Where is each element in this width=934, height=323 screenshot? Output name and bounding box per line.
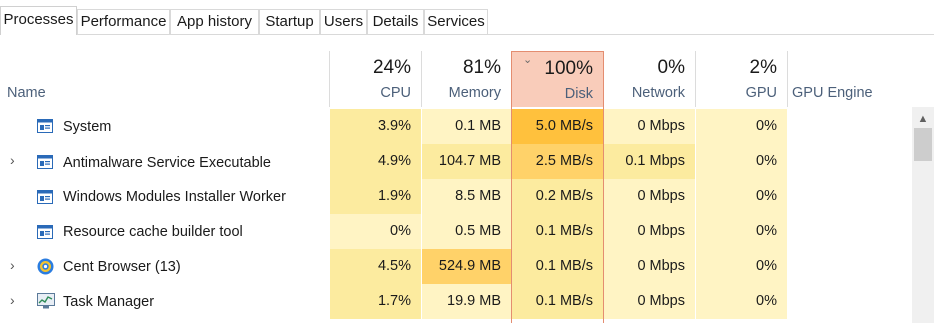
app-window-icon (37, 225, 53, 239)
gpu-engine-column-header[interactable]: GPU Engine (792, 85, 873, 101)
gpu-cell: 0% (696, 214, 787, 249)
disk-cell: 0.1 MB/s (512, 284, 603, 319)
chevron-right-icon[interactable]: › (10, 257, 15, 273)
disk-cell: 0.1 MB/s (512, 214, 603, 249)
disk-cell: 5.0 MB/s (512, 109, 603, 144)
chevron-right-icon[interactable]: › (10, 292, 15, 308)
tab-services[interactable]: Services (424, 9, 488, 34)
network-column-header[interactable]: 0% Network (604, 51, 695, 107)
cpu-cell: 1.7% (330, 284, 421, 319)
disk-total-percent: 100% (544, 58, 593, 79)
memory-cell: 0.1 MB (422, 109, 511, 144)
name-column-header[interactable]: Name (7, 85, 46, 101)
disk-column-label: Disk (564, 86, 593, 102)
app-window-icon (37, 155, 53, 169)
tab-bar: Processes Performance App history Startu… (0, 0, 934, 35)
cpu-cell: 3.9% (330, 109, 421, 144)
network-cell: 0 Mbps (604, 284, 695, 319)
disk-column-border (511, 107, 512, 323)
memory-cell: 19.9 MB (422, 284, 511, 319)
table-row[interactable]: Windows Modules Installer Worker 1.9% 8.… (0, 179, 912, 214)
gpu-cell: 0% (696, 179, 787, 214)
process-name: System (63, 119, 112, 135)
task-manager-icon (37, 293, 55, 309)
tab-divider (0, 34, 934, 35)
table-row[interactable]: System 3.9% 0.1 MB 5.0 MB/s 0 Mbps 0% (0, 109, 912, 144)
network-total-percent: 0% (657, 57, 685, 78)
chevron-right-icon[interactable]: › (10, 152, 15, 168)
cpu-cell: 1.9% (330, 179, 421, 214)
gpu-cell: 0% (696, 109, 787, 144)
network-cell: 0 Mbps (604, 109, 695, 144)
app-window-icon (37, 119, 53, 133)
cpu-total-percent: 24% (372, 57, 411, 78)
cpu-cell: 4.5% (330, 249, 421, 284)
cpu-cell: 4.9% (330, 144, 421, 179)
process-name: Resource cache builder tool (63, 224, 243, 240)
disk-cell: 2.5 MB/s (512, 144, 603, 179)
tab-performance[interactable]: Performance (77, 9, 170, 34)
memory-column-label: Memory (448, 85, 501, 101)
gpu-cell: 0% (696, 144, 787, 179)
cpu-column-label: CPU (380, 85, 411, 101)
process-name: Task Manager (63, 294, 155, 310)
column-divider (787, 51, 788, 107)
tab-users[interactable]: Users (320, 9, 367, 34)
network-cell: 0 Mbps (604, 179, 695, 214)
table-row[interactable]: › Task Manager 1.7% 19.9 MB 0.1 MB/s 0 M… (0, 284, 912, 319)
network-cell: 0 Mbps (604, 214, 695, 249)
cent-browser-icon (37, 258, 54, 275)
chevron-down-icon: ⌄ (523, 54, 533, 66)
tab-app-history[interactable]: App history (170, 9, 259, 34)
network-column-label: Network (631, 85, 685, 101)
tab-startup[interactable]: Startup (259, 9, 320, 34)
gpu-cell: 0% (696, 284, 787, 319)
process-name: Antimalware Service Executable (63, 155, 271, 171)
disk-cell: 0.2 MB/s (512, 179, 603, 214)
memory-cell: 524.9 MB (422, 249, 511, 284)
scroll-up-arrow-icon[interactable]: ▲ (912, 110, 934, 128)
tab-processes[interactable]: Processes (0, 6, 77, 35)
process-name: Cent Browser (13) (63, 259, 181, 275)
gpu-cell: 0% (696, 249, 787, 284)
scrollbar-thumb[interactable] (914, 128, 932, 161)
gpu-total-percent: 2% (749, 57, 777, 78)
network-cell: 0 Mbps (604, 249, 695, 284)
gpu-column-label: GPU (745, 85, 777, 101)
table-row[interactable]: Resource cache builder tool 0% 0.5 MB 0.… (0, 214, 912, 249)
tab-details[interactable]: Details (367, 9, 424, 34)
memory-total-percent: 81% (462, 57, 501, 78)
process-name: Windows Modules Installer Worker (63, 189, 286, 205)
table-row[interactable]: › Cent Browser (13) 4.5% 524.9 MB 0.1 MB… (0, 249, 912, 284)
app-window-icon (37, 190, 53, 204)
cpu-column-header[interactable]: 24% CPU (330, 51, 421, 107)
network-cell: 0.1 Mbps (604, 144, 695, 179)
table-row[interactable]: › Antimalware Service Executable 4.9% 10… (0, 144, 912, 179)
memory-cell: 8.5 MB (422, 179, 511, 214)
memory-cell: 104.7 MB (422, 144, 511, 179)
gpu-column-header[interactable]: 2% GPU (696, 51, 787, 107)
cpu-cell: 0% (330, 214, 421, 249)
memory-cell: 0.5 MB (422, 214, 511, 249)
memory-column-header[interactable]: 81% Memory (422, 51, 511, 107)
disk-column-border (603, 107, 604, 323)
disk-cell: 0.1 MB/s (512, 249, 603, 284)
